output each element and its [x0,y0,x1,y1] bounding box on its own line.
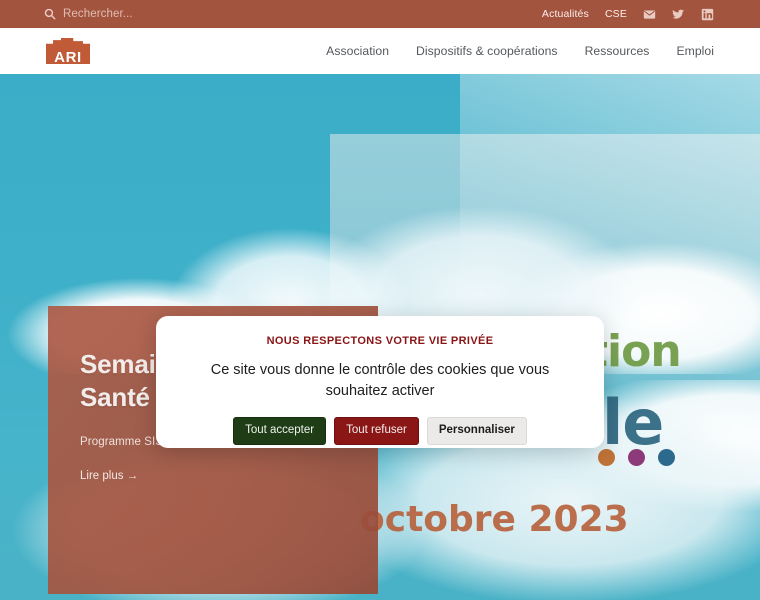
dot-blue-icon [658,449,675,466]
email-icon [643,8,656,21]
twitter-icon [672,8,685,21]
top-link-actualites[interactable]: Actualités [542,8,589,20]
search-icon [44,8,56,20]
page-root: Actualités CSE [0,0,760,600]
top-link-cse[interactable]: CSE [605,8,627,20]
primary-navigation: Association Dispositifs & coopérations R… [326,44,714,58]
dot-orange-icon [598,449,615,466]
email-link[interactable] [643,8,656,21]
site-header: ARI Association Dispositifs & coopératio… [0,28,760,74]
site-logo[interactable]: ARI [46,38,90,66]
cookie-dialog-body: Ce site vous donne le contrôle des cooki… [210,362,550,399]
hero-card-read-more-link[interactable]: Lire plus → [80,470,138,482]
top-utility-bar: Actualités CSE [0,0,760,28]
nav-item-dispositifs-cooperations[interactable]: Dispositifs & coopérations [416,44,558,58]
search-box[interactable] [44,0,243,28]
twitter-link[interactable] [672,8,685,21]
poster-dots [598,449,675,466]
linkedin-icon [701,8,714,21]
linkedin-link[interactable] [701,8,714,21]
top-utility-links: Actualités CSE [542,0,714,28]
accept-all-cookies-button[interactable]: Tout accepter [233,417,327,445]
cookie-consent-dialog: NOUS RESPECTONS VOTRE VIE PRIVÉE Ce site… [156,316,604,448]
nav-item-association[interactable]: Association [326,44,389,58]
refuse-all-cookies-button[interactable]: Tout refuser [334,417,419,445]
poster-date: octobre 2023 [360,499,629,540]
nav-item-emploi[interactable]: Emploi [676,44,714,58]
logo-text: ARI [54,49,82,66]
cookie-dialog-title: NOUS RESPECTONS VOTRE VIE PRIVÉE [266,335,494,347]
customize-cookies-button[interactable]: Personnaliser [426,417,527,445]
nav-item-ressources[interactable]: Ressources [585,44,650,58]
search-input[interactable] [63,8,243,20]
dot-purple-icon [628,449,645,466]
cookie-dialog-actions: Tout accepter Tout refuser Personnaliser [233,417,527,445]
